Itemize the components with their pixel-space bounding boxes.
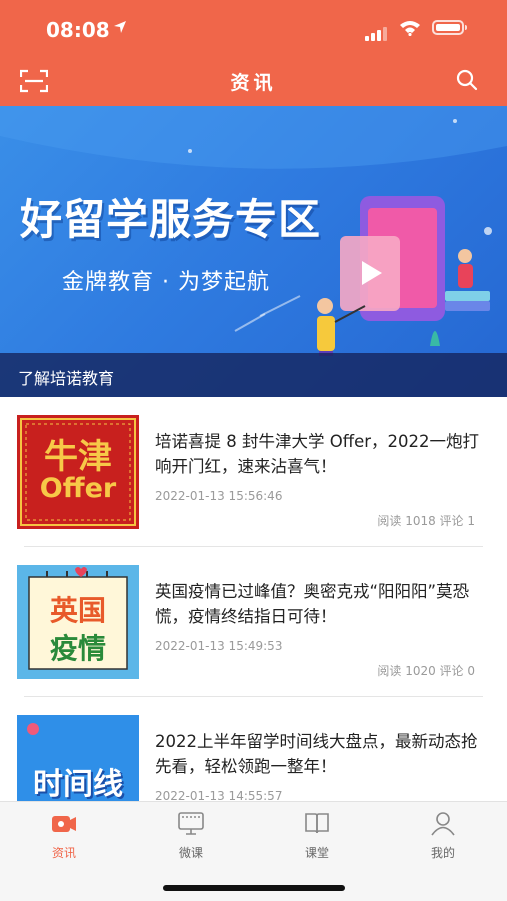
cellular-signal-icon bbox=[365, 22, 389, 41]
banner-title: 好留学服务专区 bbox=[20, 195, 322, 244]
page-title: 资讯 bbox=[230, 72, 277, 94]
banner-subtitle: 金牌教育 · 为梦起航 bbox=[62, 270, 270, 295]
article-thumbnail: 英国 疫情 bbox=[17, 565, 139, 679]
tab-label: 微课 bbox=[178, 846, 203, 860]
article-title[interactable]: 2022上半年留学时间线大盘点，最新动态抢先看，轻松领跑一整年！ bbox=[155, 729, 485, 779]
wifi-icon bbox=[400, 21, 420, 36]
search-icon[interactable] bbox=[455, 68, 479, 92]
tab-label: 我的 bbox=[430, 846, 455, 860]
article-item[interactable]: 时间线 2022上半年留学时间线大盘点，最新动态抢先看，轻松领跑一整年！ 202… bbox=[0, 697, 507, 801]
tab-mine[interactable]: 我的 bbox=[413, 810, 473, 861]
article-stats: 阅读 1020 评论 0 bbox=[377, 664, 475, 678]
tab-microcourse[interactable]: 微课 bbox=[161, 810, 221, 861]
location-arrow-icon bbox=[114, 21, 126, 33]
thumbnail-text: 疫情 bbox=[49, 632, 106, 665]
article-date: 2022-01-13 14:55:57 bbox=[155, 789, 283, 801]
status-time: 08:08 bbox=[46, 18, 110, 42]
news-camera-icon bbox=[52, 816, 76, 832]
education-illustration bbox=[317, 196, 492, 356]
article-item[interactable]: 牛津 Offer 培诺喜提 8 封牛津大学 Offer，2022一炮打响开门红，… bbox=[0, 397, 507, 547]
article-title[interactable]: 培诺喜提 8 封牛津大学 Offer，2022一炮打响开门红，速来沾喜气！ bbox=[155, 429, 485, 479]
banner-link-text[interactable]: 了解培诺教育 bbox=[18, 365, 114, 389]
article-stats: 阅读 1018 评论 1 bbox=[377, 514, 475, 528]
promo-banner[interactable]: 好留学服务专区 金牌教育 · 为梦起航 了解培诺教育 bbox=[0, 106, 507, 397]
thumbnail-text: Offer bbox=[39, 473, 117, 504]
battery-icon bbox=[432, 20, 467, 35]
tab-news[interactable]: 资讯 bbox=[34, 810, 94, 861]
article-date: 2022-01-13 15:49:53 bbox=[155, 639, 283, 653]
article-item[interactable]: 英国 疫情 英国疫情已过峰值？奥密克戎“阳阳阳”莫恐慌，疫情终结指日可待！ 20… bbox=[0, 547, 507, 697]
article-list: 牛津 Offer 培诺喜提 8 封牛津大学 Offer，2022一炮打响开门红，… bbox=[0, 397, 507, 801]
thumbnail-text: 牛津 bbox=[44, 437, 112, 477]
nav-bar: 资讯 bbox=[0, 56, 507, 106]
banner-caption-bar: 了解培诺教育 bbox=[0, 353, 507, 397]
tab-label: 课堂 bbox=[304, 846, 329, 860]
home-indicator[interactable] bbox=[163, 885, 345, 891]
tab-label: 资讯 bbox=[51, 846, 76, 860]
bottom-tab-bar: 资讯 微课 课堂 我的 bbox=[0, 801, 507, 901]
article-title[interactable]: 英国疫情已过峰值？奥密克戎“阳阳阳”莫恐慌，疫情终结指日可待！ bbox=[155, 579, 485, 629]
article-thumbnail: 时间线 bbox=[17, 715, 139, 801]
user-icon bbox=[431, 812, 455, 836]
tab-classroom[interactable]: 课堂 bbox=[287, 810, 347, 861]
status-bar: 08:08 bbox=[0, 0, 507, 56]
monitor-icon bbox=[178, 812, 204, 835]
article-thumbnail: 牛津 Offer bbox=[17, 415, 139, 529]
thumbnail-text: 时间线 bbox=[33, 767, 123, 801]
book-icon bbox=[305, 813, 329, 834]
thumbnail-text: 英国 bbox=[49, 594, 106, 627]
article-date: 2022-01-13 15:56:46 bbox=[155, 489, 283, 503]
